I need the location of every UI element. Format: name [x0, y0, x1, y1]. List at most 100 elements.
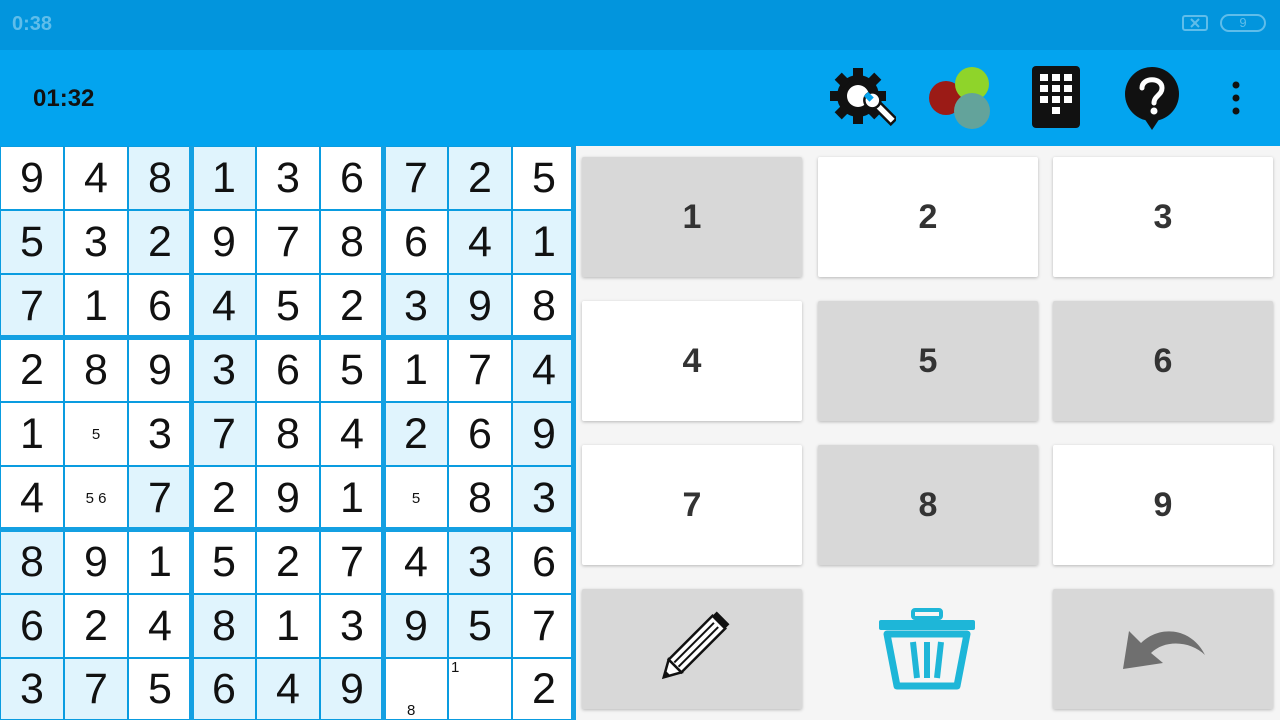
board-cell[interactable]: 5 6	[64, 466, 128, 530]
board-cell[interactable]: 3	[384, 274, 448, 338]
board-cell[interactable]: 2	[256, 530, 320, 594]
board-cell[interactable]: 2	[320, 274, 384, 338]
color-palette-icon[interactable]	[926, 66, 994, 132]
board-cell[interactable]: 6	[256, 338, 320, 402]
board-cell[interactable]: 8	[0, 530, 64, 594]
number-key-8[interactable]: 8	[818, 445, 1038, 565]
board-cell[interactable]: 7	[128, 466, 192, 530]
undo-button[interactable]	[1053, 589, 1273, 709]
help-question-icon[interactable]	[1122, 66, 1182, 132]
board-cell[interactable]: 8	[384, 658, 448, 720]
board-cell[interactable]: 3	[448, 530, 512, 594]
board-cell[interactable]: 9	[256, 466, 320, 530]
board-cell[interactable]: 2	[0, 338, 64, 402]
pencil-button[interactable]	[582, 589, 802, 709]
number-key-2[interactable]: 2	[818, 157, 1038, 277]
board-cell[interactable]: 3	[192, 338, 256, 402]
board-cell[interactable]: 9	[384, 594, 448, 658]
board-cell[interactable]: 3	[0, 658, 64, 720]
board-cell[interactable]: 3	[128, 402, 192, 466]
board-cell[interactable]: 8	[448, 466, 512, 530]
board-cell[interactable]: 2	[128, 210, 192, 274]
app-bar: 01:32	[0, 50, 1280, 146]
board-cell[interactable]: 2	[64, 594, 128, 658]
board-cell[interactable]: 1	[448, 658, 512, 720]
number-key-7[interactable]: 7	[582, 445, 802, 565]
board-cell[interactable]: 2	[192, 466, 256, 530]
more-vertical-icon[interactable]	[1226, 80, 1246, 116]
board-cell[interactable]: 1	[320, 466, 384, 530]
number-key-6[interactable]: 6	[1053, 301, 1273, 421]
board-cell[interactable]: 9	[320, 658, 384, 720]
board-cell[interactable]: 4	[128, 594, 192, 658]
board-cell[interactable]: 4	[384, 530, 448, 594]
delete-button[interactable]	[817, 589, 1037, 709]
board-cell[interactable]: 8	[128, 146, 192, 210]
board-cell[interactable]: 5	[320, 338, 384, 402]
board-cell[interactable]: 7	[192, 402, 256, 466]
board-cell[interactable]: 2	[512, 658, 576, 720]
board-cell[interactable]: 5	[448, 594, 512, 658]
board-cell[interactable]: 7	[448, 338, 512, 402]
board-cell[interactable]: 1	[192, 146, 256, 210]
board-cell[interactable]: 6	[448, 402, 512, 466]
board-cell[interactable]: 9	[64, 530, 128, 594]
board-cell[interactable]: 8	[320, 210, 384, 274]
board-cell[interactable]: 5	[256, 274, 320, 338]
board-cell[interactable]: 9	[128, 338, 192, 402]
board-cell[interactable]: 8	[512, 274, 576, 338]
board-cell[interactable]: 8	[256, 402, 320, 466]
number-key-5[interactable]: 5	[818, 301, 1038, 421]
board-cell[interactable]: 7	[256, 210, 320, 274]
board-cell[interactable]: 7	[512, 594, 576, 658]
board-cell[interactable]: 1	[64, 274, 128, 338]
board-cell[interactable]: 4	[0, 466, 64, 530]
board-cell[interactable]: 7	[384, 146, 448, 210]
board-cell[interactable]: 9	[0, 146, 64, 210]
number-key-3[interactable]: 3	[1053, 157, 1273, 277]
game-timer: 01:32	[33, 85, 95, 112]
board-cell[interactable]: 5	[128, 658, 192, 720]
board-cell[interactable]: 1	[512, 210, 576, 274]
board-cell[interactable]: 7	[64, 658, 128, 720]
board-cell[interactable]: 6	[384, 210, 448, 274]
board-cell[interactable]: 2	[448, 146, 512, 210]
board-cell[interactable]: 4	[448, 210, 512, 274]
board-cell[interactable]: 3	[256, 146, 320, 210]
board-cell[interactable]: 4	[320, 402, 384, 466]
number-key-4[interactable]: 4	[582, 301, 802, 421]
board-cell[interactable]: 6	[320, 146, 384, 210]
board-cell[interactable]: 6	[128, 274, 192, 338]
board-cell[interactable]: 6	[192, 658, 256, 720]
board-cell[interactable]: 5	[512, 146, 576, 210]
board-cell[interactable]: 9	[448, 274, 512, 338]
gear-wrench-icon[interactable]	[830, 66, 896, 130]
board-cell[interactable]: 4	[192, 274, 256, 338]
board-cell[interactable]: 4	[256, 658, 320, 720]
board-cell[interactable]: 5	[384, 466, 448, 530]
board-cell[interactable]: 4	[64, 146, 128, 210]
board-cell[interactable]: 1	[0, 402, 64, 466]
board-cell[interactable]: 4	[512, 338, 576, 402]
number-key-1[interactable]: 1	[582, 157, 802, 277]
board-cell[interactable]: 1	[384, 338, 448, 402]
board-cell[interactable]: 7	[0, 274, 64, 338]
board-cell[interactable]: 5	[64, 402, 128, 466]
board-cell[interactable]: 1	[256, 594, 320, 658]
board-cell[interactable]: 9	[192, 210, 256, 274]
board-cell[interactable]: 2	[384, 402, 448, 466]
number-key-9[interactable]: 9	[1053, 445, 1273, 565]
board-cell[interactable]: 3	[64, 210, 128, 274]
board-cell[interactable]: 9	[512, 402, 576, 466]
board-cell[interactable]: 7	[320, 530, 384, 594]
board-cell[interactable]: 3	[320, 594, 384, 658]
board-cell[interactable]: 8	[64, 338, 128, 402]
board-cell[interactable]: 5	[192, 530, 256, 594]
board-cell[interactable]: 5	[0, 210, 64, 274]
keypad-icon[interactable]	[1032, 66, 1082, 128]
board-cell[interactable]: 6	[0, 594, 64, 658]
board-cell[interactable]: 6	[512, 530, 576, 594]
board-cell[interactable]: 3	[512, 466, 576, 530]
board-cell[interactable]: 8	[192, 594, 256, 658]
board-cell[interactable]: 1	[128, 530, 192, 594]
